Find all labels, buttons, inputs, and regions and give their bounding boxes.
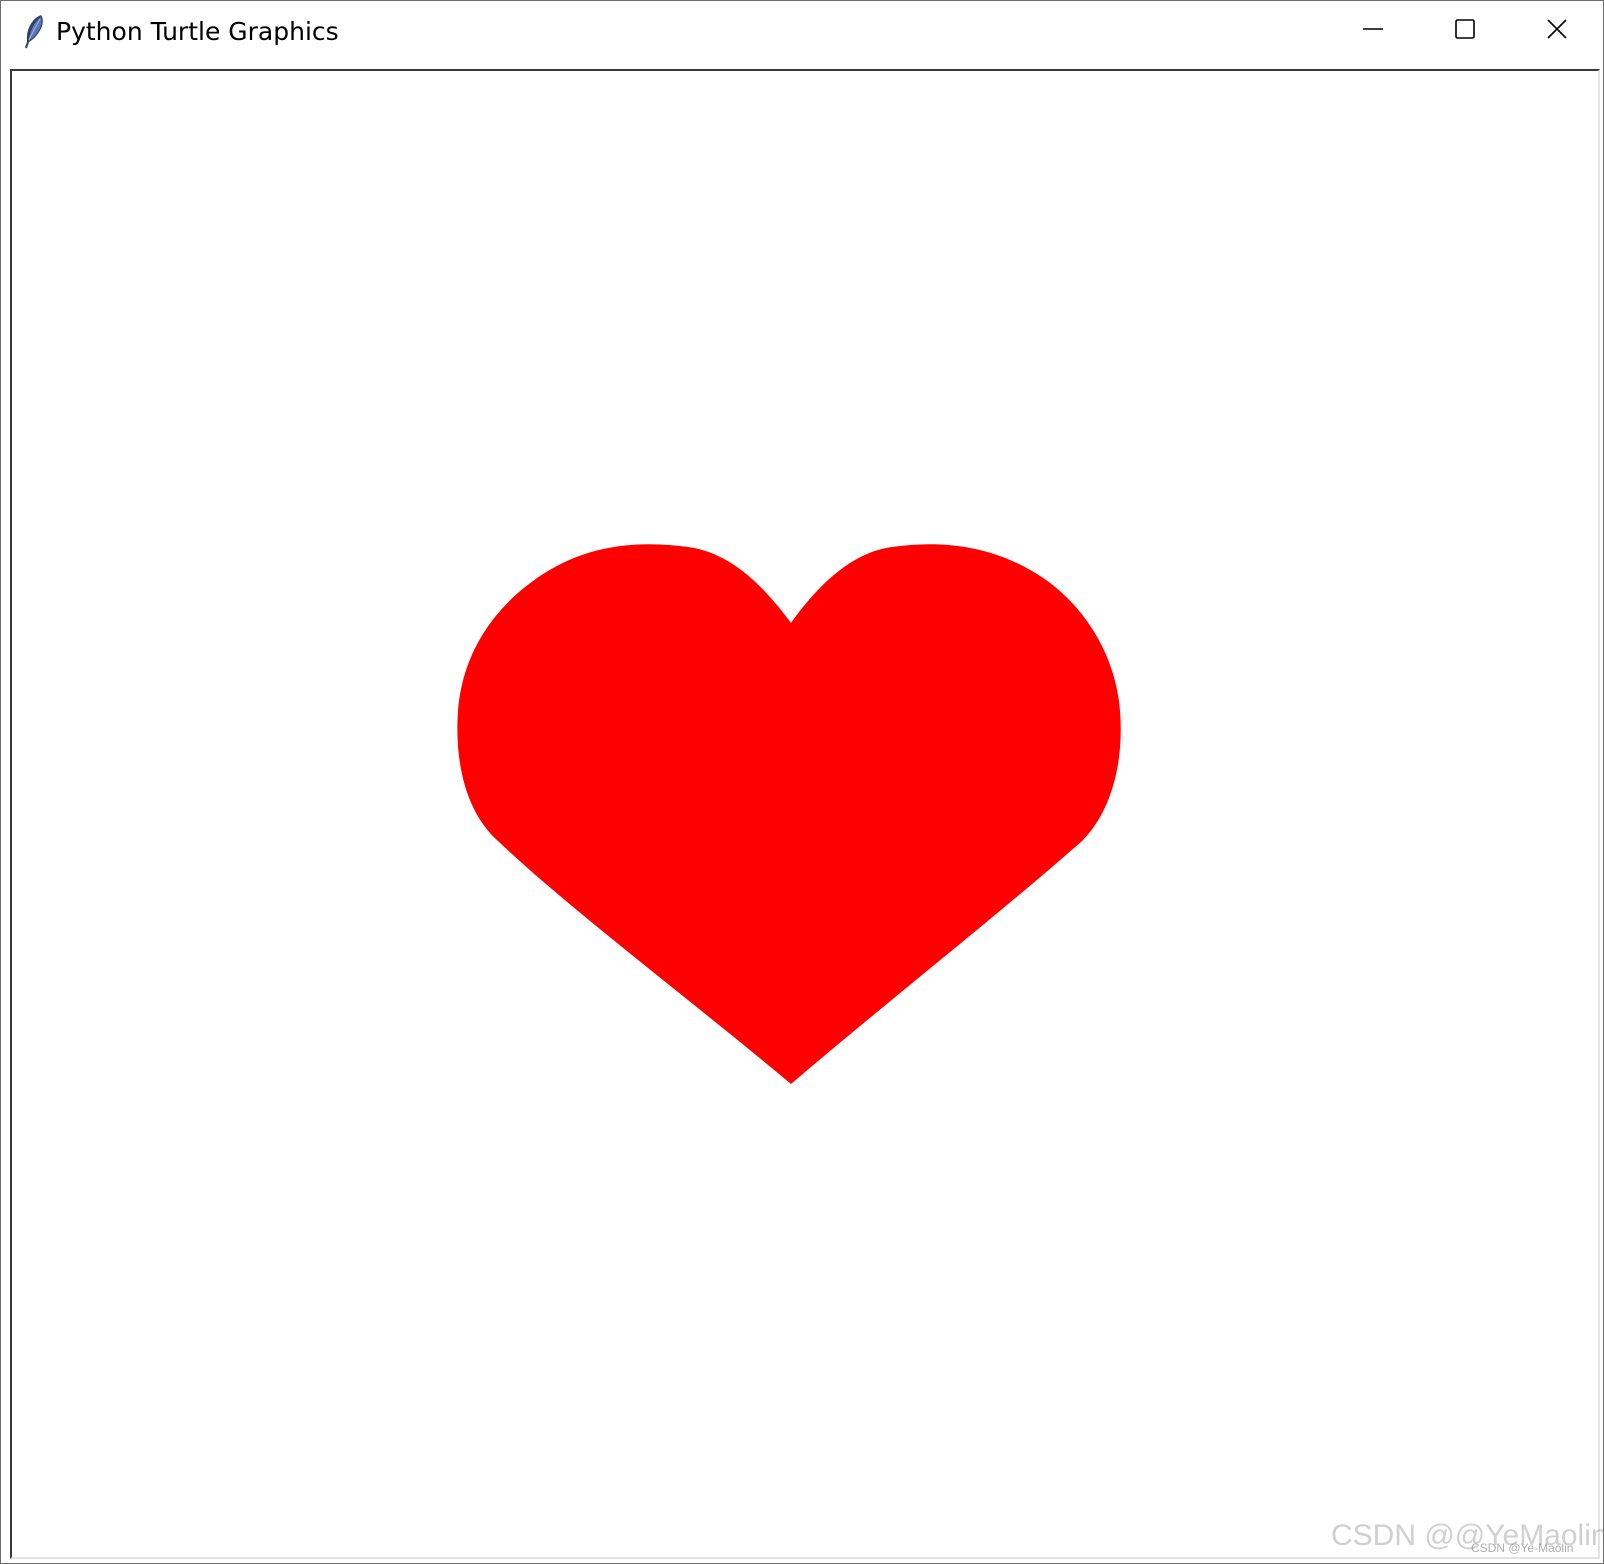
close-icon: [1546, 18, 1568, 44]
minimize-icon: [1362, 18, 1384, 44]
window-title: Python Turtle Graphics: [56, 17, 339, 46]
turtle-canvas[interactable]: [12, 71, 1598, 1557]
close-button[interactable]: [1511, 1, 1603, 61]
minimize-button[interactable]: [1327, 1, 1419, 61]
feather-icon: [21, 14, 47, 50]
watermark-small-text: CSDN @Ye-Maolin: [1471, 1541, 1574, 1555]
title-bar[interactable]: Python Turtle Graphics: [1, 1, 1603, 67]
heart-shape: [457, 544, 1121, 1084]
maximize-icon: [1454, 18, 1476, 44]
turtle-canvas-frame: [10, 69, 1600, 1559]
maximize-button[interactable]: [1419, 1, 1511, 61]
turtle-graphics-window: Python Turtle Graphics CSDN @@YeMaolin C…: [0, 0, 1604, 1564]
